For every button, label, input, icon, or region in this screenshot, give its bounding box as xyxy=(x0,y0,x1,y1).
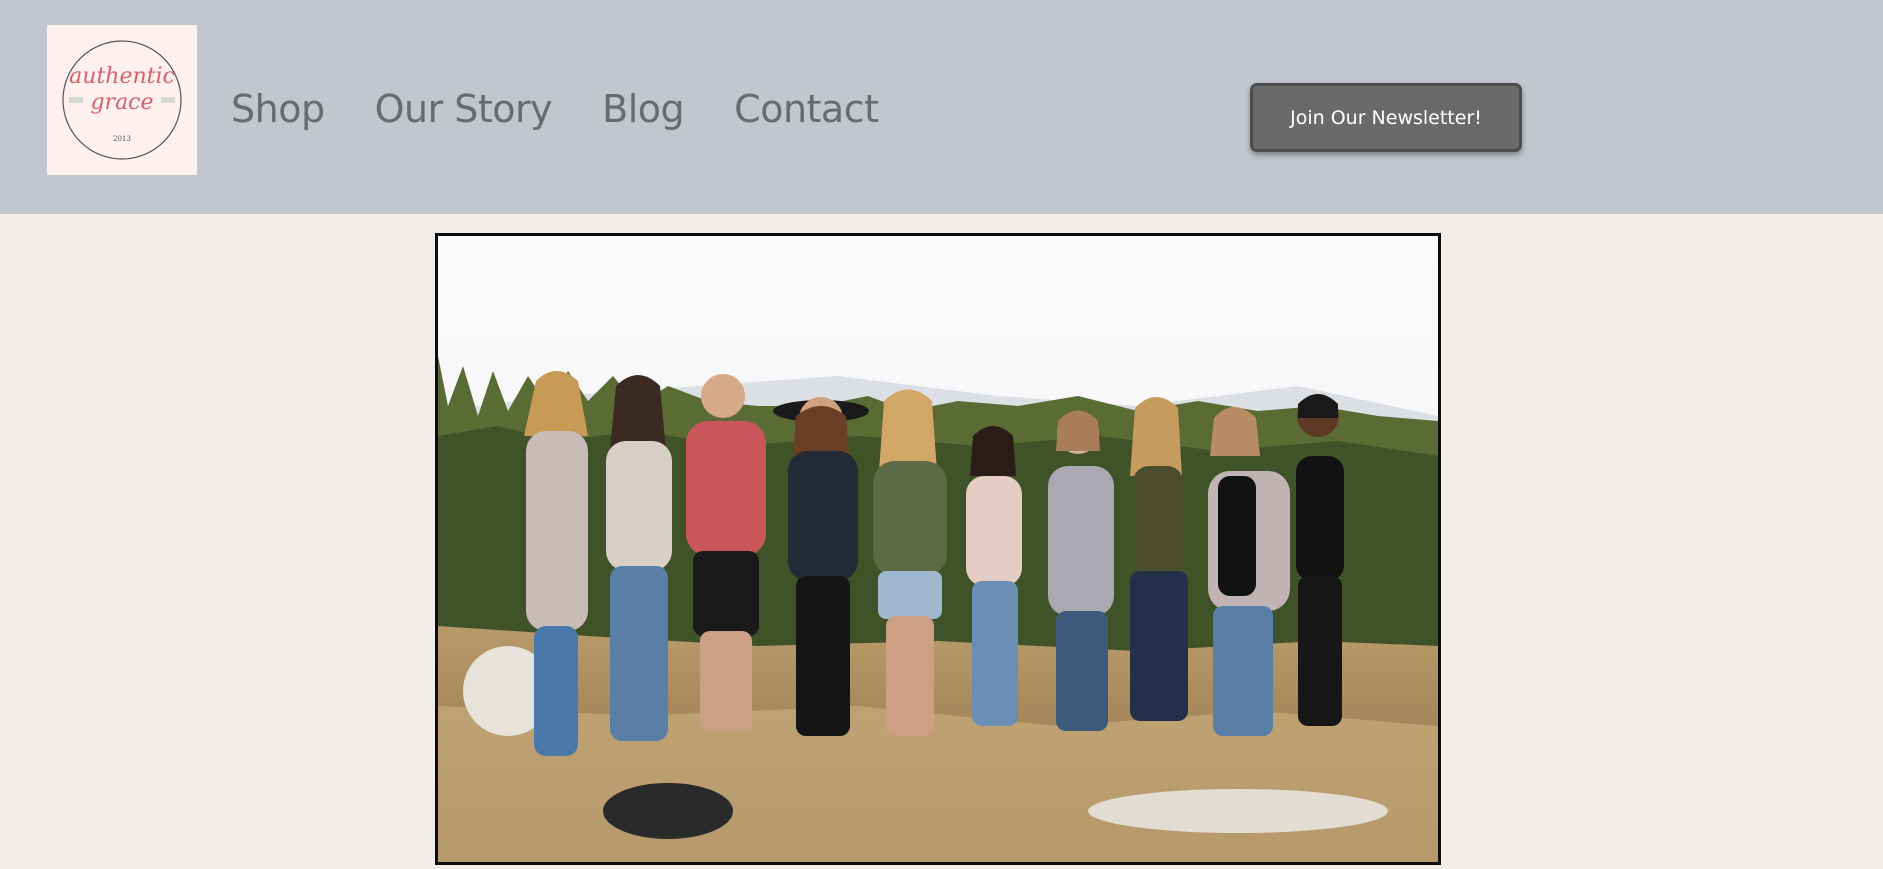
logo-year: 2013 xyxy=(113,135,131,143)
logo-text-line1: authentic xyxy=(69,64,175,89)
hero-image xyxy=(435,233,1441,865)
main-nav: Shop Our Story Blog Contact xyxy=(231,86,879,132)
nav-link-our-story[interactable]: Our Story xyxy=(375,86,553,132)
logo-badge-icon: authentic grace 2013 xyxy=(47,25,197,175)
join-newsletter-button[interactable]: Join Our Newsletter! xyxy=(1250,83,1522,152)
brand-logo[interactable]: authentic grace 2013 xyxy=(47,25,197,175)
nav-link-blog[interactable]: Blog xyxy=(602,86,685,132)
site-header: authentic grace 2013 Shop Our Story Blog… xyxy=(0,0,1883,214)
group-photo-icon xyxy=(438,236,1438,862)
nav-link-shop[interactable]: Shop xyxy=(231,86,325,132)
nav-link-contact[interactable]: Contact xyxy=(734,86,879,132)
logo-text-line2: grace xyxy=(90,90,153,115)
